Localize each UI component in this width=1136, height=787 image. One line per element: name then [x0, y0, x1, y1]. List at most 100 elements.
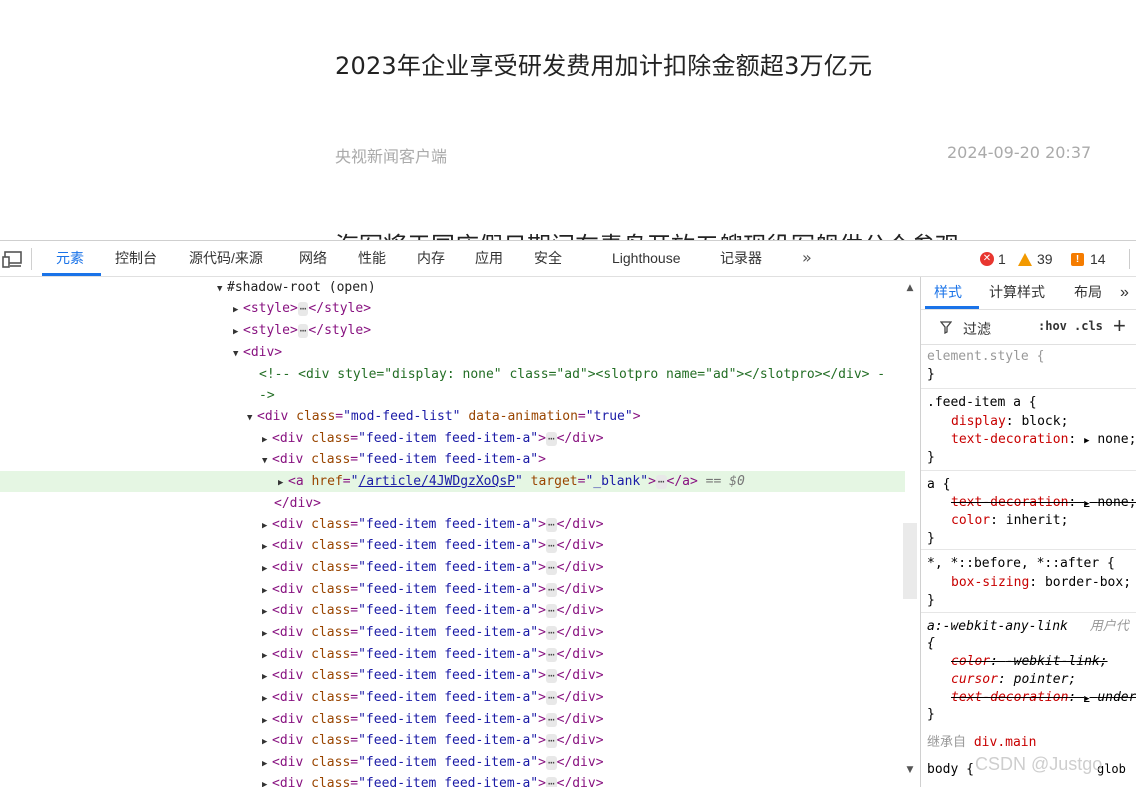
dom-node-feed-item[interactable]: ▶ <div class="feed-item feed-item-a"> ⋯ </d… [0, 665, 905, 686]
more-panes-icon[interactable]: » [1120, 277, 1129, 308]
ellipsis-button[interactable]: ⋯ [545, 648, 557, 662]
tab-network[interactable]: 网络 [299, 241, 327, 275]
dom-node-anchor-selected[interactable]: ▶ <a href="/article/4JWDgzXoQsP" target="… [0, 471, 905, 492]
tab-layout[interactable]: 布局 [1074, 277, 1102, 308]
expand-triangle-icon[interactable]: ▼ [262, 451, 272, 472]
dom-node-shadow-root[interactable]: ▼ #shadow-root (open) [0, 277, 905, 298]
user-agent-rule-selector[interactable]: a:-webkit-any-link 用户代 [927, 618, 1136, 636]
collapse-triangle-icon[interactable]: ▶ [278, 473, 288, 494]
filter-input[interactable]: 过滤 [963, 319, 991, 339]
tab-sources[interactable]: 源代码/来源 [189, 241, 263, 275]
dom-node-feed-item[interactable]: ▶ <div class="feed-item feed-item-a"> ⋯ </d… [0, 622, 905, 643]
rule-selector[interactable]: *, *::before, *::after { [927, 555, 1136, 573]
collapse-triangle-icon[interactable]: ▶ [262, 602, 272, 623]
expand-triangle-icon[interactable]: ▼ [217, 279, 227, 300]
ellipsis-button[interactable]: ⋯ [545, 669, 557, 683]
ellipsis-button[interactable]: ⋯ [545, 518, 557, 532]
tab-security[interactable]: 安全 [534, 241, 562, 275]
ellipsis-button[interactable]: ⋯ [545, 734, 557, 748]
device-toolbar-icon[interactable] [2, 250, 24, 268]
hover-state-toggle[interactable]: :hov [1038, 319, 1067, 333]
ellipsis-button[interactable]: ⋯ [545, 713, 557, 727]
expand-triangle-icon[interactable]: ▼ [247, 408, 257, 429]
issues-count[interactable]: ! 14 [1071, 250, 1106, 268]
ellipsis-button[interactable]: ⋯ [655, 475, 667, 489]
more-tabs-icon[interactable]: » [802, 241, 812, 275]
dom-node-feed-item[interactable]: ▶ <div class="feed-item feed-item-a"> ⋯ </d… [0, 428, 905, 449]
dom-node-feed-item[interactable]: ▶ <div class="feed-item feed-item-a"> ⋯ </d… [0, 514, 905, 535]
warning-count[interactable]: 39 [1018, 250, 1053, 268]
dom-node-feed-item[interactable]: ▶ <div class="feed-item feed-item-a"> ⋯ </d… [0, 773, 905, 787]
rule-selector[interactable]: element.style { [927, 348, 1136, 366]
ellipsis-button[interactable]: ⋯ [545, 583, 557, 597]
tab-styles[interactable]: 样式 [934, 277, 962, 308]
dom-node-feed-item-expanded[interactable]: ▼ <div class="feed-item feed-item-a"> [0, 449, 905, 470]
style-filter-bar[interactable]: 过滤 :hov .cls + [921, 310, 1136, 345]
ellipsis-button[interactable]: ⋯ [545, 756, 557, 770]
tab-application[interactable]: 应用 [475, 241, 503, 275]
elements-tree[interactable]: ▼ #shadow-root (open) ▶ <style> ⋯ </style> ▶… [0, 277, 905, 787]
collapse-triangle-icon[interactable]: ▶ [262, 581, 272, 602]
scroll-up-arrow-icon[interactable]: ▲ [903, 283, 917, 295]
ellipsis-button[interactable]: ⋯ [545, 561, 557, 575]
rule-selector[interactable]: a { [927, 476, 1136, 494]
collapse-triangle-icon[interactable]: ▶ [262, 646, 272, 667]
rule-selector[interactable]: .feed-item a { [927, 394, 1136, 412]
dom-node-mod-feed-list[interactable]: ▼ <div class="mod-feed-list" data-animati… [0, 406, 905, 427]
class-toggle[interactable]: .cls [1074, 319, 1103, 333]
tab-elements[interactable]: 元素 [56, 241, 84, 275]
dom-node-feed-item[interactable]: ▶ <div class="feed-item feed-item-a"> ⋯ </d… [0, 644, 905, 665]
tab-performance[interactable]: 性能 [358, 241, 386, 275]
ellipsis-button[interactable]: ⋯ [297, 302, 309, 316]
error-count[interactable]: ✕ 1 [980, 250, 1006, 268]
collapse-triangle-icon[interactable]: ▶ [262, 516, 272, 537]
collapse-triangle-icon[interactable]: ▶ [262, 624, 272, 645]
next-article-title[interactable]: 海军将于国庆假日期间在青岛开放五艘现役军舰供公众参观 [335, 226, 959, 240]
ellipsis-button[interactable]: ⋯ [545, 626, 557, 640]
style-property[interactable]: color: inherit; [927, 512, 1136, 530]
ellipsis-button[interactable]: ⋯ [545, 539, 557, 553]
collapse-triangle-icon[interactable]: ▶ [233, 300, 243, 321]
collapse-triangle-icon[interactable]: ▶ [262, 430, 272, 451]
dom-node-feed-item[interactable]: ▶ <div class="feed-item feed-item-a"> ⋯ </d… [0, 730, 905, 751]
collapse-triangle-icon[interactable]: ▶ [262, 711, 272, 732]
dom-node-feed-item[interactable]: ▶ <div class="feed-item feed-item-a"> ⋯ </d… [0, 687, 905, 708]
dom-node-div-close[interactable]: </div> [0, 493, 905, 514]
dom-node-feed-item[interactable]: ▶ <div class="feed-item feed-item-a"> ⋯ </d… [0, 709, 905, 730]
tab-console[interactable]: 控制台 [115, 241, 157, 275]
dom-node-div[interactable]: ▼ <div> [0, 342, 905, 363]
dom-node-feed-item[interactable]: ▶ <div class="feed-item feed-item-a"> ⋯ </d… [0, 752, 905, 773]
style-property-overridden[interactable]: text-decoration: ▶ none; [927, 494, 1136, 512]
ellipsis-button[interactable]: ⋯ [297, 324, 309, 338]
style-property[interactable]: text-decoration: ▶ none; [927, 431, 1136, 449]
dom-node-feed-item[interactable]: ▶ <div class="feed-item feed-item-a"> ⋯ </d… [0, 557, 905, 578]
style-property[interactable]: box-sizing: border-box; [927, 574, 1136, 592]
collapse-triangle-icon[interactable]: ▶ [262, 667, 272, 688]
dom-comment[interactable]: <!-- <div style="display: none" class="a… [0, 364, 905, 385]
collapse-triangle-icon[interactable]: ▶ [233, 322, 243, 343]
dom-node-feed-item[interactable]: ▶ <div class="feed-item feed-item-a"> ⋯ </d… [0, 535, 905, 556]
article-title[interactable]: 2023年企业享受研发费用加计扣除金额超3万亿元 [335, 46, 872, 81]
scroll-down-arrow-icon[interactable]: ▼ [903, 765, 917, 777]
collapse-triangle-icon[interactable]: ▶ [262, 754, 272, 775]
href-link[interactable]: /article/4JWDgzXoQsP [358, 474, 515, 489]
style-property[interactable]: cursor: pointer; [927, 671, 1136, 689]
elements-scrollbar-thumb[interactable] [903, 523, 917, 599]
ellipsis-button[interactable]: ⋯ [545, 432, 557, 446]
collapse-triangle-icon[interactable]: ▶ [262, 732, 272, 753]
expand-triangle-icon[interactable]: ▼ [233, 344, 243, 365]
collapse-triangle-icon[interactable]: ▶ [262, 689, 272, 710]
collapse-triangle-icon[interactable]: ▶ [262, 559, 272, 580]
tab-memory[interactable]: 内存 [417, 241, 445, 275]
style-property-overridden[interactable]: color: -webkit-link; [927, 653, 1136, 671]
dom-node-style[interactable]: ▶ <style> ⋯ </style> [0, 298, 905, 319]
dom-node-style[interactable]: ▶ <style> ⋯ </style> [0, 320, 905, 341]
collapse-triangle-icon[interactable]: ▶ [262, 537, 272, 558]
ellipsis-button[interactable]: ⋯ [545, 691, 557, 705]
inherited-selector-link[interactable]: div.main [974, 735, 1037, 750]
new-rule-icon[interactable]: + [1113, 313, 1126, 339]
tab-computed[interactable]: 计算样式 [989, 277, 1045, 308]
tab-recorder[interactable]: 记录器 [720, 241, 762, 275]
collapse-triangle-icon[interactable]: ▶ [262, 775, 272, 787]
style-property[interactable]: display: block; [927, 413, 1136, 431]
